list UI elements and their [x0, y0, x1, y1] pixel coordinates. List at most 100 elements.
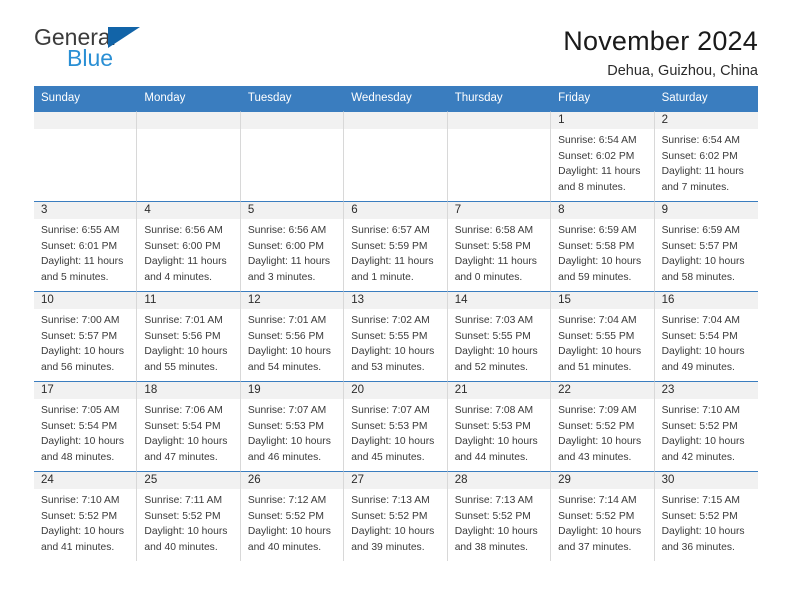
- daylight-text: and 40 minutes.: [144, 541, 218, 553]
- day-cell[interactable]: 26 Sunrise: 7:12 AM Sunset: 5:52 PM Dayligh…: [240, 470, 345, 561]
- day-cell[interactable]: 18 Sunrise: 7:06 AM Sunset: 5:54 PM Dayligh…: [137, 380, 241, 471]
- day-number: 26: [240, 471, 344, 489]
- sunrise-text: Sunrise: 7:01 AM: [144, 314, 223, 326]
- weekday-header-tuesday: Tuesday: [247, 92, 292, 104]
- sunrise-text: Sunrise: 6:54 AM: [661, 134, 740, 146]
- title-block: November 2024 Dehua, Guizhou, China: [563, 26, 758, 80]
- daylight-text: and 0 minutes.: [454, 271, 523, 283]
- day-cell-empty: [240, 110, 345, 201]
- daylight-text: Daylight: 10 hours: [454, 526, 538, 538]
- daylight-text: Daylight: 10 hours: [661, 346, 745, 358]
- sunset-text: Sunset: 5:52 PM: [144, 510, 221, 522]
- daylight-text: and 43 minutes.: [558, 451, 632, 463]
- day-details: Sunrise: 7:15 AM Sunset: 5:52 PM Daylight:…: [655, 489, 758, 556]
- sunrise-text: Sunrise: 7:14 AM: [558, 494, 637, 506]
- daylight-text: Daylight: 11 hours: [144, 256, 227, 268]
- day-number: 6: [344, 201, 447, 219]
- day-cell[interactable]: 29 Sunrise: 7:14 AM Sunset: 5:52 PM Dayligh…: [551, 470, 655, 561]
- calendar-week-row: 24 Sunrise: 7:10 AM Sunset: 5:52 PM Dayligh…: [34, 470, 758, 561]
- daylight-text: Daylight: 10 hours: [558, 256, 642, 268]
- day-cell[interactable]: 3 Sunrise: 6:55 AM Sunset: 6:01 PM Daylight…: [34, 200, 138, 291]
- day-cell[interactable]: 2 Sunrise: 6:54 AM Sunset: 6:02 PM Daylight…: [654, 110, 758, 201]
- day-cell[interactable]: 4 Sunrise: 6:56 AM Sunset: 6:00 PM Daylight…: [137, 200, 241, 291]
- daylight-text: and 53 minutes.: [351, 361, 425, 373]
- sunrise-text: Sunrise: 7:07 AM: [351, 404, 430, 416]
- daylight-text: and 5 minutes.: [41, 271, 109, 283]
- daylight-text: and 46 minutes.: [247, 451, 322, 463]
- daylight-text: Daylight: 10 hours: [661, 436, 745, 448]
- day-cell[interactable]: 20 Sunrise: 7:07 AM Sunset: 5:53 PM Dayligh…: [344, 380, 448, 471]
- day-cell[interactable]: 27 Sunrise: 7:13 AM Sunset: 5:52 PM Dayligh…: [344, 470, 448, 561]
- day-details: Sunrise: 7:05 AM Sunset: 5:54 PM Daylight:…: [34, 399, 136, 466]
- sunset-text: Sunset: 5:59 PM: [351, 240, 428, 252]
- day-cell[interactable]: 9 Sunrise: 6:59 AM Sunset: 5:57 PM Daylight…: [654, 200, 758, 291]
- day-details: Sunrise: 7:01 AM Sunset: 5:56 PM Daylight:…: [137, 309, 239, 376]
- day-details: Sunrise: 7:10 AM Sunset: 5:52 PM Daylight:…: [34, 489, 136, 556]
- day-cell[interactable]: 6 Sunrise: 6:57 AM Sunset: 5:59 PM Daylight…: [344, 200, 448, 291]
- sunrise-text: Sunrise: 7:03 AM: [454, 314, 534, 326]
- day-cell[interactable]: 8 Sunrise: 6:59 AM Sunset: 5:58 PM Daylight…: [551, 200, 655, 291]
- day-number: 8: [551, 201, 654, 219]
- day-number: 12: [240, 291, 344, 309]
- day-cell[interactable]: 11 Sunrise: 7:01 AM Sunset: 5:56 PM Dayligh…: [137, 290, 241, 381]
- daylight-text: and 47 minutes.: [144, 451, 218, 463]
- day-number: 16: [654, 291, 758, 309]
- sunset-text: Sunset: 5:52 PM: [351, 510, 428, 522]
- day-details: Sunrise: 7:02 AM Sunset: 5:55 PM Daylight:…: [344, 309, 446, 376]
- day-cell[interactable]: 7 Sunrise: 6:58 AM Sunset: 5:58 PM Daylight…: [447, 200, 552, 291]
- day-number: 10: [34, 291, 137, 309]
- sunset-text: Sunset: 5:55 PM: [454, 330, 531, 342]
- day-cell[interactable]: 15 Sunrise: 7:04 AM Sunset: 5:55 PM Dayligh…: [551, 290, 655, 381]
- daylight-text: Daylight: 10 hours: [247, 436, 331, 448]
- day-details: Sunrise: 7:08 AM Sunset: 5:53 PM Daylight:…: [448, 399, 550, 466]
- daylight-text: and 58 minutes.: [661, 271, 735, 283]
- day-details: Sunrise: 6:58 AM Sunset: 5:58 PM Daylight:…: [448, 219, 550, 286]
- day-cell[interactable]: 21 Sunrise: 7:08 AM Sunset: 5:53 PM Dayligh…: [447, 380, 552, 471]
- day-cell[interactable]: 17 Sunrise: 7:05 AM Sunset: 5:54 PM Dayligh…: [34, 380, 138, 471]
- day-cell[interactable]: 30 Sunrise: 7:15 AM Sunset: 5:52 PM Dayligh…: [654, 470, 758, 561]
- sunrise-text: Sunrise: 6:54 AM: [558, 134, 637, 146]
- day-number: [34, 111, 137, 129]
- day-cell[interactable]: 12 Sunrise: 7:01 AM Sunset: 5:56 PM Dayligh…: [240, 290, 345, 381]
- sunrise-text: Sunrise: 7:04 AM: [661, 314, 740, 326]
- day-number: 27: [344, 471, 447, 489]
- day-cell-empty: [34, 110, 138, 201]
- sunset-text: Sunset: 5:53 PM: [351, 420, 428, 432]
- sunset-text: Sunset: 5:53 PM: [247, 420, 324, 432]
- general-blue-logo[interactable]: General Blue: [34, 26, 154, 74]
- day-cell[interactable]: 22 Sunrise: 7:09 AM Sunset: 5:52 PM Dayligh…: [551, 380, 655, 471]
- sunrise-text: Sunrise: 7:10 AM: [41, 494, 120, 506]
- day-cell[interactable]: 28 Sunrise: 7:13 AM Sunset: 5:52 PM Dayligh…: [447, 470, 552, 561]
- daylight-text: Daylight: 10 hours: [351, 436, 435, 448]
- sunrise-text: Sunrise: 7:07 AM: [247, 404, 327, 416]
- day-cell[interactable]: 5 Sunrise: 6:56 AM Sunset: 6:00 PM Daylight…: [240, 200, 345, 291]
- daylight-text: and 42 minutes.: [661, 451, 735, 463]
- sunrise-text: Sunrise: 7:13 AM: [351, 494, 430, 506]
- day-cell[interactable]: 23 Sunrise: 7:10 AM Sunset: 5:52 PM Dayligh…: [654, 380, 758, 471]
- day-cell[interactable]: 16 Sunrise: 7:04 AM Sunset: 5:54 PM Dayligh…: [654, 290, 758, 381]
- day-number: 25: [137, 471, 240, 489]
- day-number: 9: [654, 201, 758, 219]
- day-cell[interactable]: 19 Sunrise: 7:07 AM Sunset: 5:53 PM Dayligh…: [240, 380, 345, 471]
- daylight-text: Daylight: 10 hours: [351, 346, 435, 358]
- day-number: 30: [654, 471, 758, 489]
- day-details: Sunrise: 7:11 AM Sunset: 5:52 PM Daylight:…: [137, 489, 239, 556]
- weekday-header-sunday: Sunday: [41, 92, 81, 104]
- daylight-text: and 45 minutes.: [351, 451, 425, 463]
- sunset-text: Sunset: 6:02 PM: [558, 150, 635, 162]
- day-cell[interactable]: 10 Sunrise: 7:00 AM Sunset: 5:57 PM Dayligh…: [34, 290, 138, 381]
- day-number: 17: [34, 381, 137, 399]
- sunset-text: Sunset: 6:02 PM: [661, 150, 738, 162]
- daylight-text: Daylight: 11 hours: [351, 256, 434, 268]
- sunrise-text: Sunrise: 7:02 AM: [351, 314, 430, 326]
- day-cell[interactable]: 25 Sunrise: 7:11 AM Sunset: 5:52 PM Dayligh…: [137, 470, 241, 561]
- sunset-text: Sunset: 5:57 PM: [41, 330, 118, 342]
- day-cell[interactable]: 14 Sunrise: 7:03 AM Sunset: 5:55 PM Dayligh…: [447, 290, 552, 381]
- location-subtitle: Dehua, Guizhou, China: [607, 63, 758, 80]
- day-cell[interactable]: 1 Sunrise: 6:54 AM Sunset: 6:02 PM Daylight…: [551, 110, 655, 201]
- day-cell[interactable]: 24 Sunrise: 7:10 AM Sunset: 5:52 PM Dayligh…: [34, 470, 138, 561]
- day-number: 1: [551, 111, 654, 129]
- day-cell[interactable]: 13 Sunrise: 7:02 AM Sunset: 5:55 PM Dayligh…: [344, 290, 448, 381]
- weekday-header-wednesday: Wednesday: [351, 92, 412, 104]
- sunrise-text: Sunrise: 6:58 AM: [454, 224, 534, 236]
